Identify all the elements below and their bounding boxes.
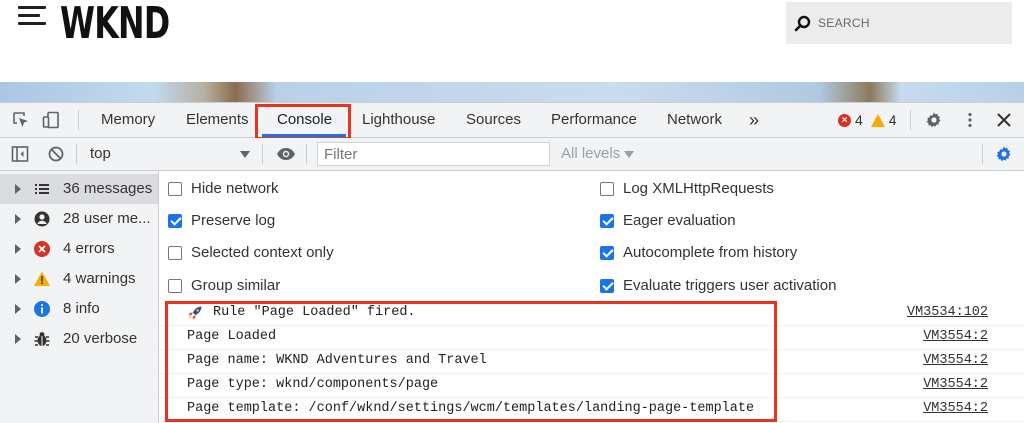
device-toolbar-icon[interactable] bbox=[42, 111, 60, 129]
error-icon: × bbox=[838, 113, 851, 127]
log-highlight-box bbox=[165, 301, 777, 422]
chevron-down-icon[interactable] bbox=[240, 151, 250, 158]
hero-image bbox=[0, 82, 1024, 102]
toolbar-divider bbox=[262, 144, 263, 164]
checkbox[interactable] bbox=[168, 245, 182, 260]
toolbar-divider bbox=[76, 144, 77, 164]
sidebar-item-verbose[interactable]: 20 verbose bbox=[0, 324, 158, 354]
sidebar-toggle-icon[interactable] bbox=[11, 145, 29, 163]
sidebar-item-warnings[interactable]: 4 warnings bbox=[0, 264, 158, 294]
levels-chevron-icon[interactable] bbox=[624, 151, 634, 158]
expand-arrow-icon[interactable] bbox=[15, 214, 21, 224]
hamburger-menu-icon[interactable] bbox=[18, 6, 46, 26]
log-source-link[interactable]: VM3554:2 bbox=[923, 401, 988, 416]
group-similar-checkbox[interactable]: Group similar bbox=[168, 277, 280, 294]
devtools-tabbar: Memory Elements Console Lighthouse Sourc… bbox=[0, 103, 1024, 140]
expand-arrow-icon[interactable] bbox=[15, 304, 21, 314]
sidebar-item-errors[interactable]: 4 errors bbox=[0, 234, 158, 264]
expand-arrow-icon[interactable] bbox=[15, 184, 21, 194]
info-icon bbox=[34, 301, 50, 317]
sidebar-item-label: 28 user me... bbox=[63, 210, 151, 227]
tab-lighthouse[interactable]: Lighthouse bbox=[362, 103, 435, 137]
sidebar-item-messages[interactable]: 36 messages bbox=[0, 174, 158, 204]
sidebar-item-label: 36 messages bbox=[63, 180, 153, 197]
sidebar-item-info[interactable]: 8 info bbox=[0, 294, 158, 324]
checkbox-label: Evaluate triggers user activation bbox=[623, 277, 837, 294]
evaluate-triggers-checkbox[interactable]: Evaluate triggers user activation bbox=[600, 277, 836, 294]
gear-icon[interactable] bbox=[925, 111, 943, 129]
inspect-element-icon[interactable] bbox=[12, 111, 30, 129]
preserve-log-checkbox[interactable]: Preserve log bbox=[168, 212, 275, 229]
toolbar-divider bbox=[982, 144, 983, 164]
sidebar-item-label: 4 warnings bbox=[63, 270, 136, 287]
log-source-link[interactable]: VM3534:102 bbox=[907, 305, 988, 320]
console-settings: Hide network Preserve log Selected conte… bbox=[159, 171, 1024, 302]
checkbox[interactable] bbox=[168, 181, 182, 196]
console-sidebar: 36 messages 28 user me... 4 errors 4 war… bbox=[0, 171, 159, 423]
checkbox[interactable] bbox=[600, 181, 614, 196]
expand-arrow-icon[interactable] bbox=[15, 274, 21, 284]
checkbox-label: Group similar bbox=[191, 277, 281, 294]
checkbox-label: Preserve log bbox=[191, 212, 276, 229]
sidebar-item-label: 20 verbose bbox=[63, 330, 138, 347]
expand-arrow-icon[interactable] bbox=[15, 244, 21, 254]
checkbox-label: Autocomplete from history bbox=[623, 244, 798, 261]
tab-sources[interactable]: Sources bbox=[466, 103, 521, 137]
search-box[interactable]: SEARCH bbox=[786, 2, 1012, 44]
user-icon bbox=[34, 211, 50, 227]
log-source-link[interactable]: VM3554:2 bbox=[923, 329, 988, 344]
hide-network-checkbox[interactable]: Hide network bbox=[168, 180, 279, 197]
filter-input[interactable] bbox=[317, 142, 550, 166]
site-header: WKND SEARCH bbox=[0, 0, 1024, 82]
sidebar-item-user-messages[interactable]: 28 user me... bbox=[0, 204, 158, 234]
checkbox[interactable] bbox=[168, 278, 182, 293]
close-icon[interactable] bbox=[995, 111, 1013, 129]
list-icon bbox=[35, 184, 49, 194]
checkbox[interactable] bbox=[600, 213, 614, 228]
console-tab-highlight bbox=[255, 104, 351, 140]
site-logo[interactable]: WKND bbox=[60, 0, 170, 49]
tabbar-divider-right bbox=[910, 110, 911, 130]
clear-console-icon[interactable] bbox=[47, 145, 65, 163]
warning-icon bbox=[34, 271, 50, 286]
context-selector[interactable]: top bbox=[90, 145, 111, 162]
checkbox-label: Log XMLHttpRequests bbox=[623, 180, 774, 197]
search-icon bbox=[794, 15, 811, 32]
tab-elements[interactable]: Elements bbox=[186, 103, 249, 137]
checkbox[interactable] bbox=[600, 278, 614, 293]
checkbox-label: Hide network bbox=[191, 180, 279, 197]
selected-context-checkbox[interactable]: Selected context only bbox=[168, 244, 334, 261]
console-settings-gear-icon[interactable] bbox=[995, 145, 1013, 163]
kebab-menu-icon[interactable] bbox=[961, 111, 979, 129]
log-source-link[interactable]: VM3554:2 bbox=[923, 377, 988, 392]
bug-icon bbox=[34, 332, 50, 346]
checkbox-label: Selected context only bbox=[191, 244, 334, 261]
autocomplete-history-checkbox[interactable]: Autocomplete from history bbox=[600, 244, 797, 261]
warning-count: 4 bbox=[888, 112, 897, 128]
checkbox[interactable] bbox=[600, 245, 614, 260]
warning-icon bbox=[870, 113, 885, 127]
toolbar-divider bbox=[306, 144, 307, 164]
sidebar-item-label: 4 errors bbox=[63, 240, 115, 257]
eye-icon[interactable] bbox=[276, 145, 296, 163]
tab-memory[interactable]: Memory bbox=[101, 103, 155, 137]
log-xhr-checkbox[interactable]: Log XMLHttpRequests bbox=[600, 180, 774, 197]
issue-counters[interactable]: × 4 4 bbox=[838, 112, 897, 128]
log-source-link[interactable]: VM3554:2 bbox=[923, 353, 988, 368]
error-icon bbox=[34, 241, 50, 257]
console-toolbar: top All levels bbox=[0, 138, 1024, 171]
log-levels-dropdown[interactable]: All levels bbox=[561, 145, 620, 162]
tabbar-divider bbox=[78, 110, 79, 130]
more-tabs-button[interactable]: » bbox=[749, 103, 759, 137]
eager-evaluation-checkbox[interactable]: Eager evaluation bbox=[600, 212, 736, 229]
error-count: 4 bbox=[855, 112, 863, 128]
search-placeholder: SEARCH bbox=[818, 16, 870, 30]
sidebar-item-label: 8 info bbox=[63, 300, 100, 317]
tab-network[interactable]: Network bbox=[667, 103, 722, 137]
checkbox[interactable] bbox=[168, 213, 182, 228]
expand-arrow-icon[interactable] bbox=[15, 334, 21, 344]
checkbox-label: Eager evaluation bbox=[623, 212, 736, 229]
tab-performance[interactable]: Performance bbox=[551, 103, 637, 137]
devtools-panel: Memory Elements Console Lighthouse Sourc… bbox=[0, 102, 1024, 423]
